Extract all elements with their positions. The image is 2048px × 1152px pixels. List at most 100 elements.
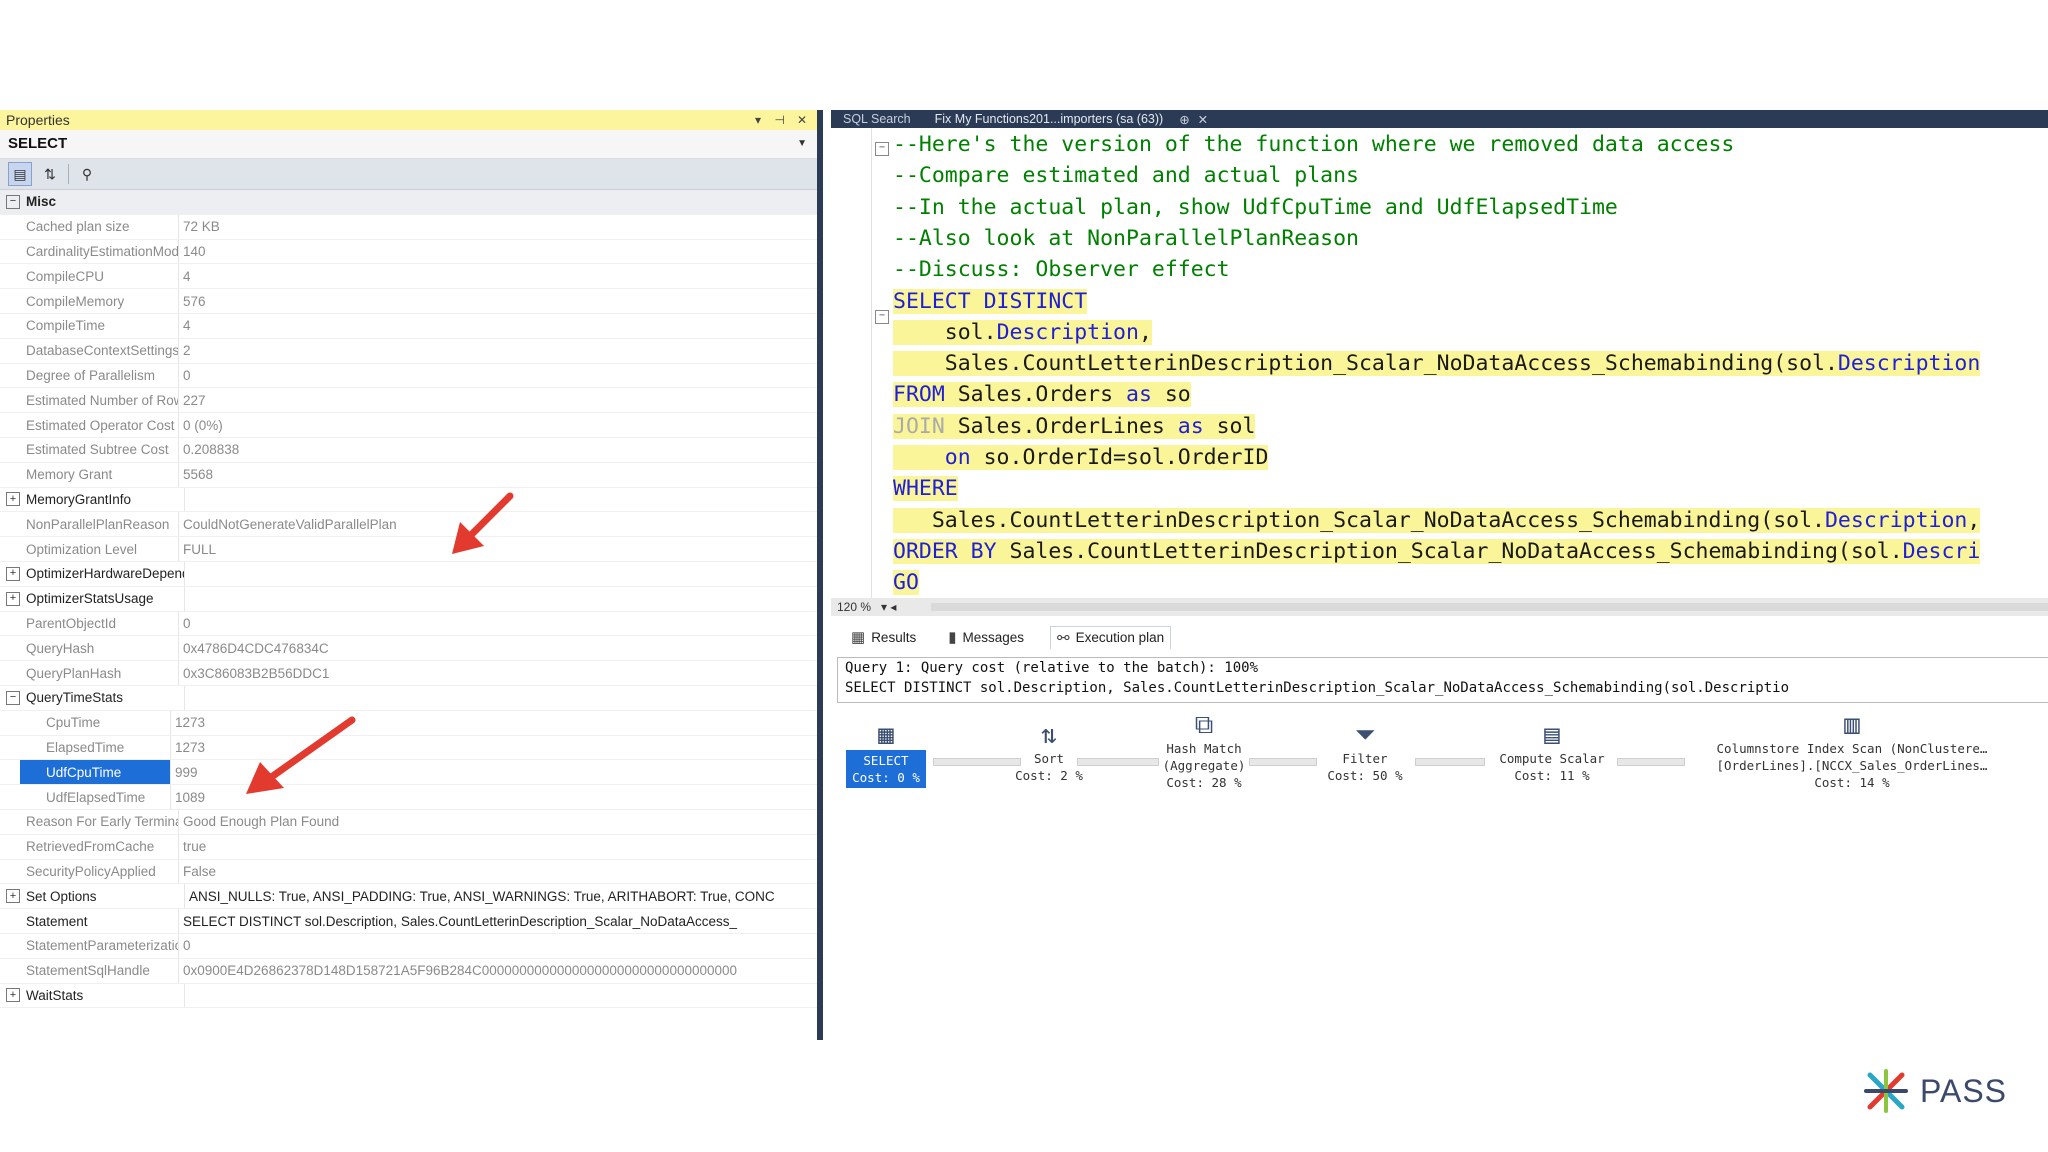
property-row[interactable]: Optimization Level FULL	[0, 537, 817, 562]
code-token: Description	[1824, 507, 1968, 533]
tab-query-file[interactable]: Fix My Functions201...importers (sa (63)…	[923, 112, 1176, 126]
columnstore-scan-operator-icon: ▥	[1844, 710, 1860, 740]
code-token: Description	[996, 319, 1139, 345]
collapse-icon[interactable]: −	[6, 194, 20, 209]
property-row[interactable]: Estimated Subtree Cost 0.208838	[0, 437, 817, 463]
property-value: 0 (0%)	[178, 413, 817, 437]
properties-title-bar: Properties ▾ ⊣ ✕	[0, 110, 817, 130]
property-grid: − Misc Cached plan size 72 KB CardinalityEst…	[0, 190, 817, 1009]
categorized-icon[interactable]: ▤	[8, 162, 32, 186]
property-row[interactable]: Degree of Parallelism 0	[0, 363, 817, 389]
property-name: OptimizerStatsUsage	[26, 591, 154, 607]
horizontal-scrollbar[interactable]	[931, 603, 2048, 611]
property-row[interactable]: SecurityPolicyApplied False	[0, 859, 817, 885]
plan-node-cost: Cost: 2 %	[1015, 768, 1083, 783]
pass-logo-text: PASS	[1920, 1072, 2007, 1109]
property-row[interactable]: QueryHash 0x4786D4CDC476834C	[0, 636, 817, 662]
pin-icon[interactable]: ⊕	[1175, 112, 1193, 127]
collapse-icon[interactable]: −	[875, 310, 889, 324]
expand-icon[interactable]: +	[6, 566, 20, 581]
plan-node-sort[interactable]: ⇅ Sort Cost: 2 %	[999, 720, 1099, 784]
plan-node-compute-scalar[interactable]: ▤ Compute Scalar Cost: 11 %	[1487, 720, 1617, 784]
expand-icon[interactable]: +	[6, 988, 20, 1003]
code-token: so.OrderId=sol.OrderID	[970, 445, 1269, 470]
code-token: sol	[1203, 413, 1256, 439]
code-token: Descri	[1902, 538, 1981, 564]
plan-node-select[interactable]: ▦ SELECT Cost: 0 %	[841, 720, 931, 788]
property-name: QueryPlanHash	[26, 665, 122, 681]
chevron-down-icon[interactable]: ▾ ◂	[871, 600, 896, 614]
property-row[interactable]: CompileMemory 576	[0, 289, 817, 314]
expand-icon[interactable]: +	[6, 889, 20, 904]
plan-node-cost: Cost: 28 %	[1166, 775, 1242, 790]
tab-messages[interactable]: ▮ Messages	[942, 626, 1030, 648]
alphabetical-icon[interactable]: ⇅	[38, 162, 62, 186]
property-row[interactable]: UdfElapsedTime 1089	[0, 785, 817, 810]
property-row[interactable]: CompileTime 4	[0, 313, 817, 339]
property-row[interactable]: QueryPlanHash 0x3C86083B2B56DDC1	[0, 661, 817, 686]
property-name: UdfElapsedTime	[46, 789, 146, 805]
property-row[interactable]: Estimated Operator Cost 0 (0%)	[0, 413, 817, 438]
property-row[interactable]: ParentObjectId 0	[0, 611, 817, 637]
property-row[interactable]: Estimated Number of Rows 227	[0, 388, 817, 414]
property-name: Statement	[26, 913, 88, 929]
property-row[interactable]: Memory Grant 5568	[0, 462, 817, 488]
property-name: Estimated Number of Rows	[26, 392, 178, 408]
expand-icon[interactable]: +	[6, 591, 20, 606]
property-row[interactable]: CompileCPU 4	[0, 264, 817, 290]
pin-icon[interactable]: ⊣	[775, 110, 785, 130]
property-row[interactable]: ElapsedTime 1273	[0, 735, 817, 761]
property-row[interactable]: CpuTime 1273	[0, 710, 817, 736]
collapse-icon[interactable]: −	[6, 690, 20, 705]
code-line-text: ORDER BY Sales.CountLetterinDescription_…	[893, 538, 1981, 564]
property-row[interactable]: + OptimizerStatsUsage	[0, 586, 817, 612]
code-line-text: GO	[893, 570, 919, 596]
tab-sql-search[interactable]: SQL Search	[831, 112, 923, 126]
property-value: ANSI_NULLS: True, ANSI_PADDING: True, AN…	[184, 884, 817, 909]
property-row[interactable]: NonParallelPlanReason CouldNotGenerateVal…	[0, 512, 817, 538]
property-row[interactable]: − Misc	[0, 190, 817, 215]
object-selector[interactable]: SELECT ▼	[0, 130, 817, 159]
collapse-icon[interactable]: −	[875, 142, 889, 156]
property-value: 576	[178, 289, 817, 313]
property-row[interactable]: UdfCpuTime 999	[0, 760, 817, 786]
code-line: GO	[893, 568, 919, 598]
code-token: --Also look at NonParallelPlanReason	[893, 225, 1359, 251]
property-row[interactable]: + WaitStats	[0, 983, 817, 1009]
plan-node-cost: Cost: 0 %	[852, 770, 920, 785]
pass-logo-icon	[1864, 1069, 1908, 1113]
code-line-text: SELECT DISTINCT	[893, 288, 1088, 314]
selected-object: SELECT	[8, 135, 68, 152]
close-icon[interactable]: ✕	[1194, 112, 1212, 127]
property-row[interactable]: CardinalityEstimationModelVersion140	[0, 239, 817, 265]
property-row[interactable]: StatementParameterization 0	[0, 933, 817, 959]
tab-results[interactable]: ▦ Results	[845, 626, 922, 648]
property-row[interactable]: + Set Options ANSI_NULLS: True, ANSI_PADDI…	[0, 884, 817, 910]
expand-icon[interactable]: +	[6, 492, 20, 507]
property-pages-icon[interactable]: ⚲	[75, 162, 99, 186]
property-row[interactable]: StatementSqlHandle 0x0900E4D26862378D148D…	[0, 958, 817, 984]
tab-execution-plan[interactable]: ⚯ Execution plan	[1050, 625, 1172, 649]
property-row[interactable]: DatabaseContextSettingsId 2	[0, 338, 817, 364]
property-row[interactable]: Cached plan size 72 KB	[0, 214, 817, 240]
code-line: JOIN Sales.OrderLines as sol	[893, 412, 1256, 442]
property-row[interactable]: − QueryTimeStats	[0, 685, 817, 711]
property-row[interactable]: Reason For Early TerminationGood Enough …	[0, 809, 817, 835]
property-name: ElapsedTime	[46, 739, 125, 755]
code-line-text: --Also look at NonParallelPlanReason	[893, 226, 1359, 251]
code-editor[interactable]: − − --Here's the version of the function…	[831, 128, 2048, 598]
zoom-level[interactable]: 120 %	[831, 600, 871, 614]
dropdown-icon[interactable]: ▾	[755, 110, 761, 130]
property-name: Estimated Operator Cost	[26, 417, 175, 433]
plan-node-hash-match[interactable]: ⧉ Hash Match (Aggregate) Cost: 28 %	[1149, 710, 1259, 791]
plan-node-cost: Cost: 14 %	[1814, 775, 1890, 790]
plan-node-columnstore-scan[interactable]: ▥ Columnstore Index Scan (NonClustere… [O…	[1687, 710, 2017, 791]
chevron-down-icon[interactable]: ▼	[797, 130, 807, 158]
property-row[interactable]: RetrievedFromCache true	[0, 834, 817, 860]
toolbar-divider	[68, 164, 69, 184]
property-row[interactable]: + MemoryGrantInfo	[0, 487, 817, 513]
property-row[interactable]: Statement SELECT DISTINCT sol.Description…	[0, 909, 817, 934]
plan-node-filter[interactable]: ⏷ Filter Cost: 50 %	[1315, 720, 1415, 784]
close-icon[interactable]: ✕	[797, 110, 807, 130]
property-row[interactable]: + OptimizerHardwareDependentProperties	[0, 561, 817, 587]
